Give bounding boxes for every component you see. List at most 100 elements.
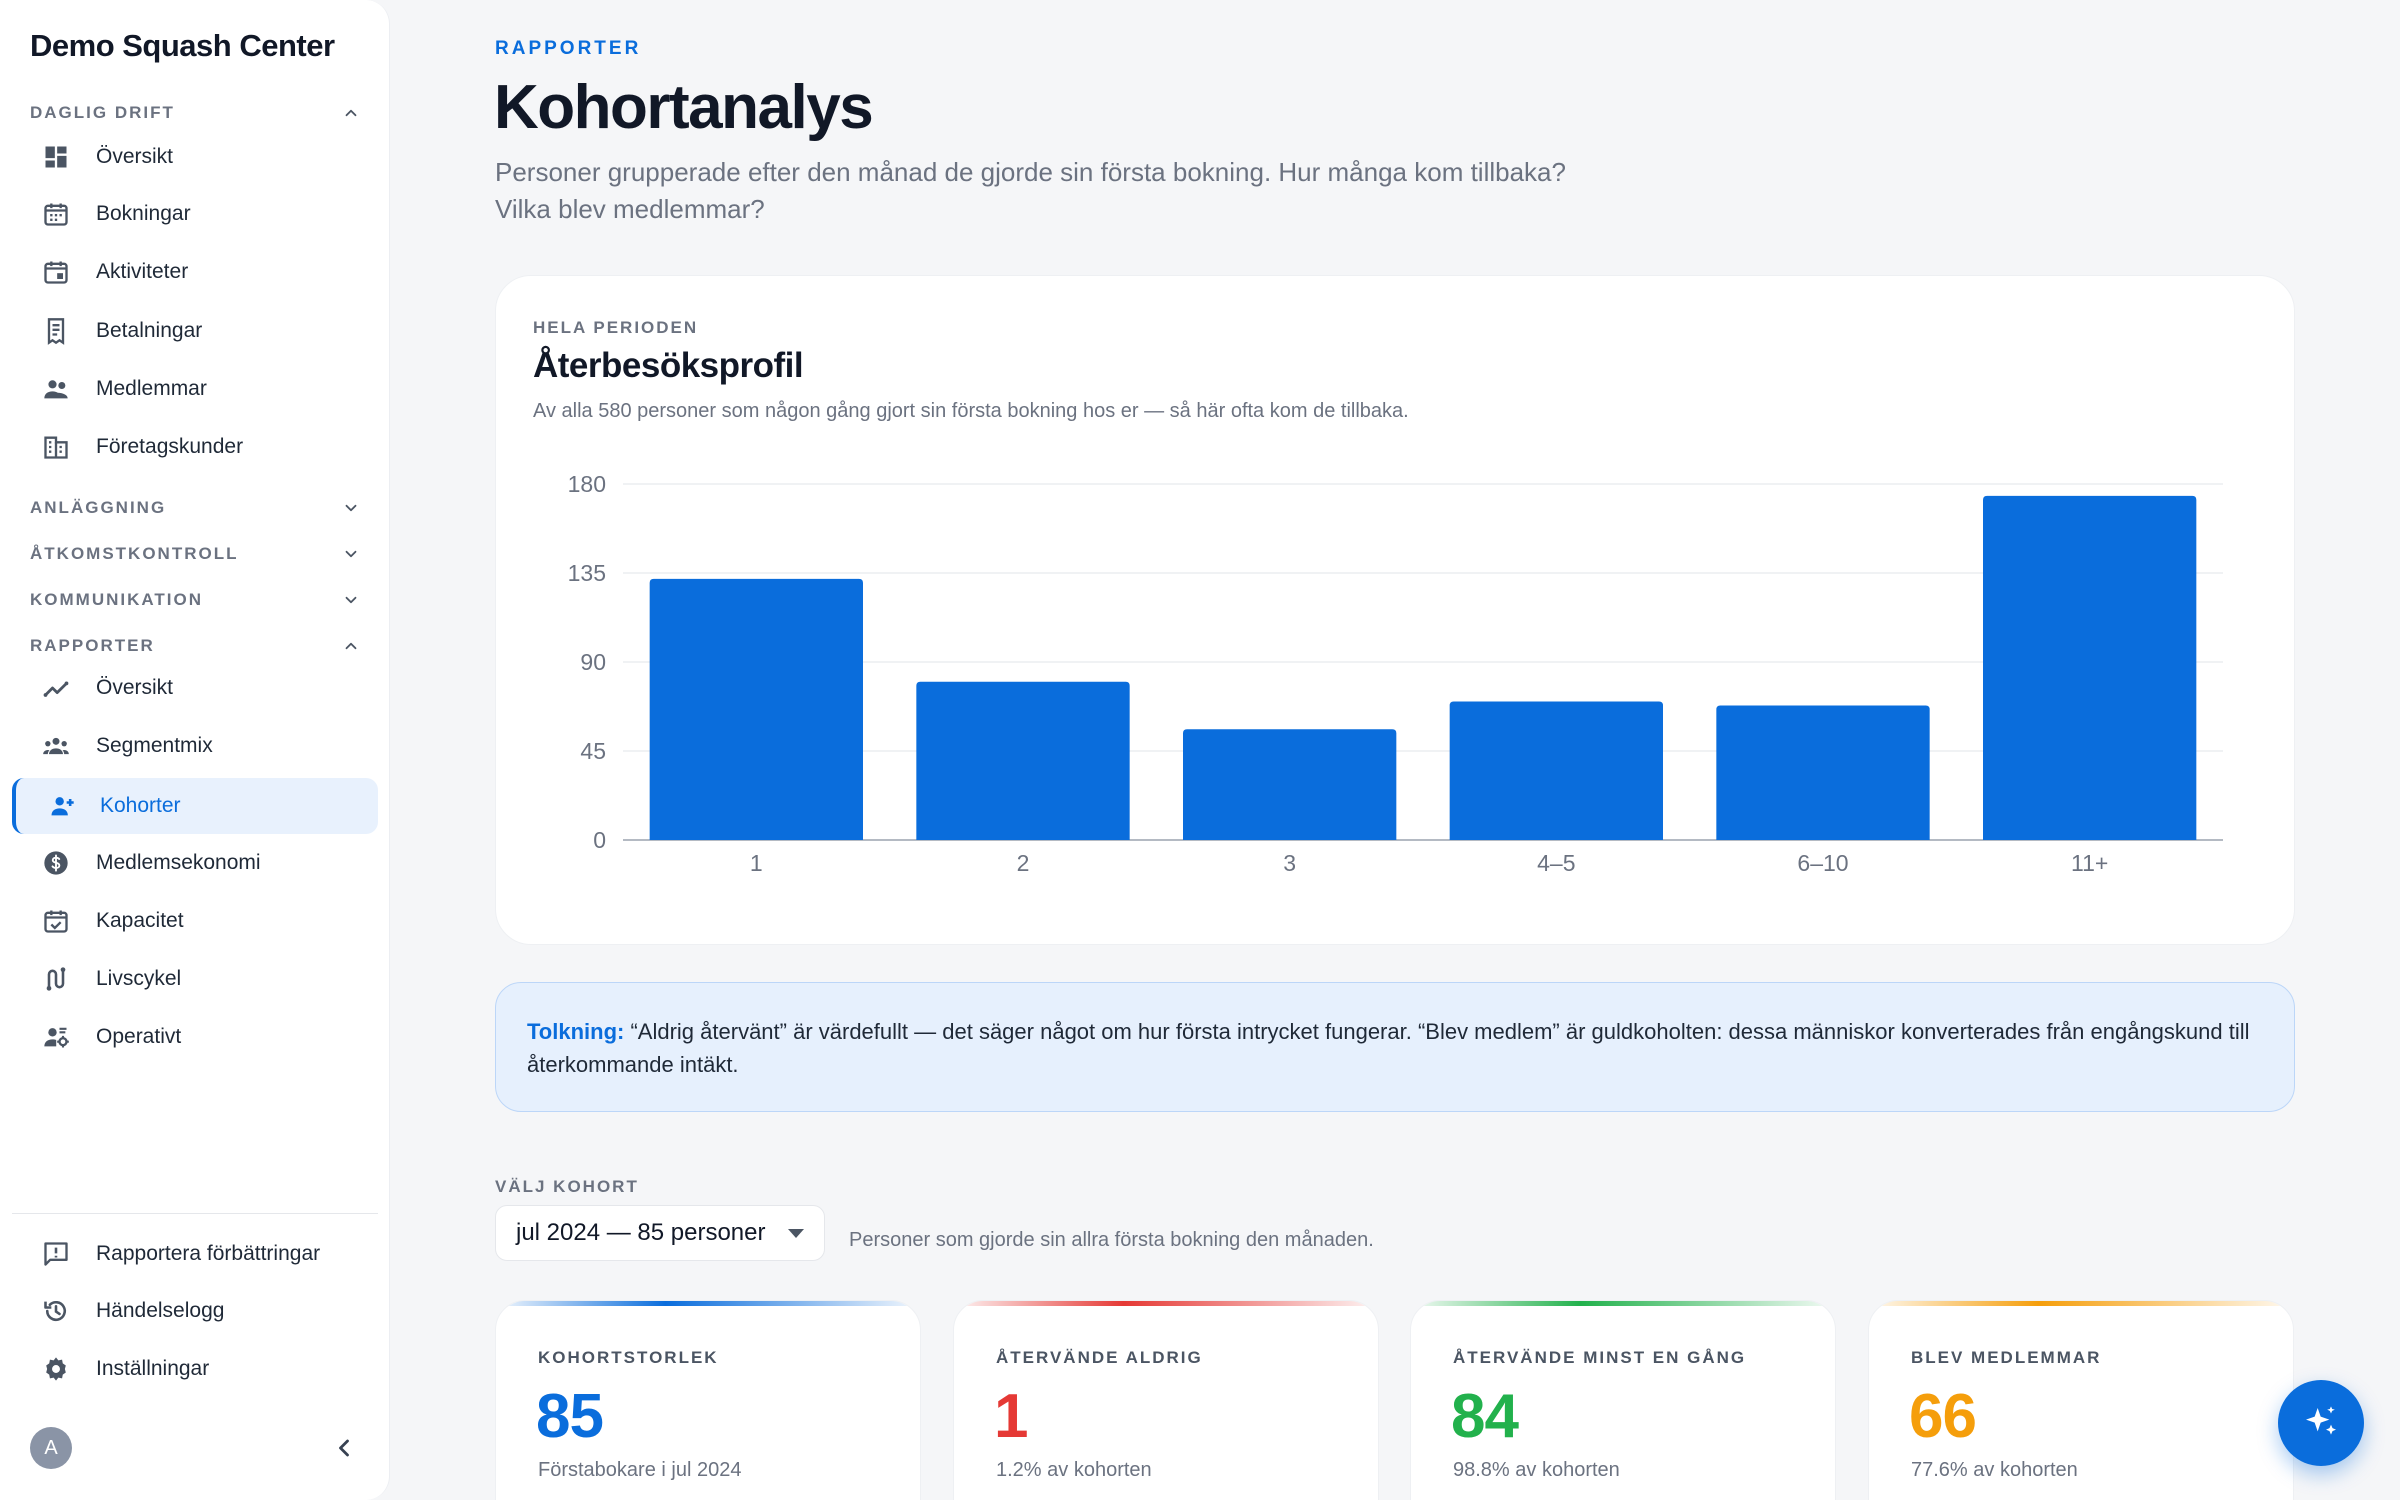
sidebar-item-label: Kohorter: [100, 794, 181, 817]
section-kommunikation[interactable]: KOMMUNIKATION: [30, 585, 360, 615]
stat-note: Förstabokare i jul 2024: [538, 1459, 742, 1481]
sidebar-item-handelselogg[interactable]: Händelselogg: [12, 1283, 378, 1339]
people-icon: [44, 380, 68, 399]
sidebar-item-label: Aktiviteter: [96, 260, 189, 283]
chevron-up-icon: [345, 642, 357, 650]
event-available-icon: [44, 910, 68, 933]
sidebar-item-label: Företagskunder: [96, 435, 244, 458]
sidebar-item-foretagskunder[interactable]: Företagskunder: [12, 419, 378, 475]
groups-icon: [43, 737, 69, 755]
sidebar-item-bokningar[interactable]: Bokningar: [12, 186, 378, 242]
section-label: ÅTKOMSTKONTROLL: [30, 544, 239, 563]
section-rapporter[interactable]: RAPPORTER: [30, 631, 360, 661]
note-label: Tolkning:: [527, 1019, 625, 1044]
gear-icon: [46, 1357, 66, 1381]
sidebar-item-betalningar[interactable]: Betalningar: [12, 303, 378, 359]
y-tick-label: 0: [593, 827, 606, 853]
stat-value: 84: [1451, 1382, 1519, 1451]
page-subtitle: Personer grupperade efter den månad de g…: [495, 157, 1566, 224]
sidebar: Demo Squash Center DAGLIG DRIFT Översikt…: [0, 0, 390, 1500]
sidebar-item-medlemsekonomi[interactable]: Medlemsekonomi: [12, 835, 378, 891]
x-tick-label: 1: [750, 850, 763, 876]
sidebar-item-label: Översikt: [96, 676, 174, 699]
stat-card-kohortstorlek: KOHORTSTORLEK 85 Förstabokare i jul 2024: [495, 1300, 921, 1500]
x-tick-label: 6–10: [1797, 850, 1848, 876]
stat-note: 1.2% av kohorten: [996, 1459, 1152, 1481]
stat-value: 1: [994, 1382, 1028, 1451]
stat-accent-bar: [1411, 1301, 1835, 1306]
sidebar-item-aktiviteter[interactable]: Aktiviteter: [12, 244, 378, 300]
chart-bar: [1183, 729, 1397, 840]
section-label: ANLÄGGNING: [30, 498, 167, 517]
sidebar-item-oversikt[interactable]: Översikt: [12, 129, 378, 185]
feedback-icon: [44, 1242, 68, 1266]
x-tick-label: 11+: [2071, 850, 2108, 876]
stat-card-atervande-minst-en-gang: ÅTERVÄNDE MINST EN GÅNG 84 98.8% av koho…: [1410, 1300, 1836, 1500]
avatar[interactable]: A: [30, 1427, 72, 1469]
x-tick-label: 2: [1017, 850, 1030, 876]
section-label: RAPPORTER: [30, 636, 155, 655]
cohort-select[interactable]: jul 2024 — 85 personer: [495, 1205, 825, 1261]
trending-icon: [43, 681, 69, 697]
ai-assistant-button[interactable]: [2278, 1380, 2364, 1466]
sidebar-item-installningar[interactable]: Inställningar: [12, 1341, 378, 1397]
return-profile-card: HELA PERIODEN Återbesöksprofil Av alla 5…: [495, 275, 2295, 945]
chevron-left-icon[interactable]: [330, 1434, 358, 1462]
sidebar-item-label: Inställningar: [96, 1357, 210, 1380]
sidebar-item-kapacitet[interactable]: Kapacitet: [12, 893, 378, 949]
stat-value: 85: [536, 1382, 604, 1451]
chart-bar: [649, 578, 863, 840]
cohort-picker-hint: Personer som gjorde sin allra första bok…: [849, 1229, 1374, 1251]
event-icon: [44, 261, 68, 284]
sparkle-icon: [2306, 1406, 2336, 1435]
chart-bar: [1716, 705, 1930, 840]
sidebar-item-label: Bokningar: [96, 202, 191, 225]
sidebar-item-label: Händelselogg: [96, 1299, 225, 1322]
dashboard-icon: [45, 146, 67, 168]
stat-label: ÅTERVÄNDE ALDRIG: [996, 1348, 1203, 1367]
sidebar-item-segmentmix[interactable]: Segmentmix: [12, 718, 378, 774]
stat-label: ÅTERVÄNDE MINST EN GÅNG: [1453, 1348, 1747, 1367]
chart-bar: [1449, 701, 1663, 840]
stat-label: KOHORTSTORLEK: [538, 1348, 719, 1367]
business-icon: [44, 436, 68, 459]
manage-accounts-icon: [44, 1027, 69, 1048]
page-title: Kohortanalys: [494, 73, 874, 142]
stat-card-blev-medlemmar: BLEV MEDLEMMAR 66 77.6% av kohorten: [1868, 1300, 2294, 1500]
y-tick-label: 135: [568, 560, 606, 586]
sidebar-item-rapportera-forbattringar[interactable]: Rapportera förbättringar: [12, 1226, 378, 1282]
cohort-select-value: jul 2024 — 85 personer: [516, 1219, 766, 1246]
chevron-down-icon: [345, 504, 357, 512]
y-tick-label: 90: [580, 649, 606, 675]
y-tick-label: 180: [568, 471, 606, 497]
section-daglig-drift[interactable]: DAGLIG DRIFT: [30, 98, 360, 128]
sidebar-item-operativt[interactable]: Operativt: [12, 1009, 378, 1065]
y-tick-label: 45: [580, 738, 606, 764]
stat-accent-bar: [954, 1301, 1378, 1306]
stat-accent-bar: [1869, 1301, 2293, 1306]
sidebar-item-label: Kapacitet: [96, 909, 184, 932]
sidebar-item-livscykel[interactable]: Livscykel: [12, 951, 378, 1007]
history-icon: [44, 1300, 66, 1322]
note-text: “Aldrig återvänt” är värdefullt — det sä…: [527, 1019, 2250, 1077]
section-anlaggning[interactable]: ANLÄGGNING: [30, 493, 360, 523]
sidebar-item-kohorter[interactable]: Kohorter: [12, 778, 378, 834]
receipt-icon: [47, 318, 65, 345]
sidebar-item-label: Rapportera förbättringar: [96, 1242, 321, 1265]
dollar-circle-icon: [44, 851, 68, 875]
sidebar-item-label: Översikt: [96, 145, 174, 168]
section-atkomstkontroll[interactable]: ÅTKOMSTKONTROLL: [30, 539, 360, 569]
cohort-picker-label: VÄLJ KOHORT: [495, 1177, 639, 1196]
sidebar-item-medlemmar[interactable]: Medlemmar: [12, 361, 378, 417]
sidebar-item-label: Segmentmix: [96, 734, 213, 757]
stat-value: 66: [1909, 1382, 1977, 1451]
sidebar-divider: [12, 1213, 378, 1214]
sidebar-item-label: Medlemmar: [96, 377, 207, 400]
chevron-up-icon: [345, 109, 357, 117]
sidebar-item-rapporter-oversikt[interactable]: Översikt: [12, 660, 378, 716]
chevron-down-icon: [345, 550, 357, 558]
section-label: KOMMUNIKATION: [30, 590, 203, 609]
stat-note: 98.8% av kohorten: [1453, 1459, 1620, 1481]
stat-note: 77.6% av kohorten: [1911, 1459, 2078, 1481]
sidebar-item-label: Betalningar: [96, 319, 203, 342]
